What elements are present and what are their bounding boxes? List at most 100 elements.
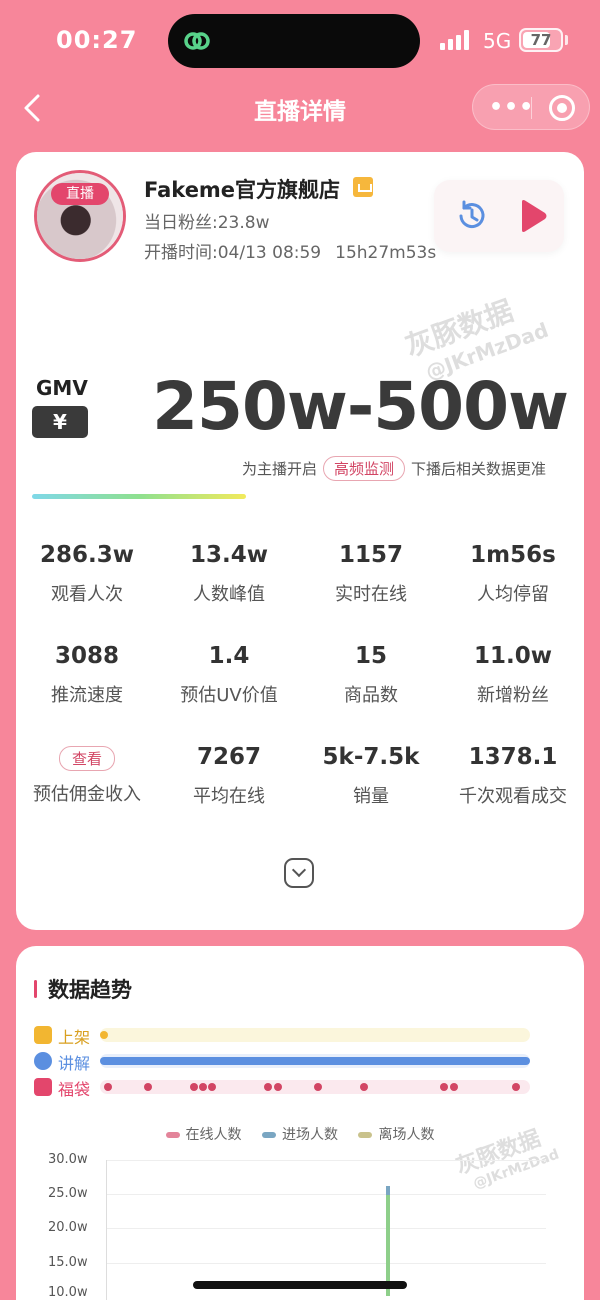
metric-label: 商品数 [344, 685, 398, 706]
section-accent [34, 980, 37, 998]
metric-value: 1.4 [208, 643, 250, 669]
metric-label: 销量 [353, 786, 389, 807]
gmv-note-after: 下播后相关数据更准 [411, 460, 547, 478]
timeline-row-listing: 上架 [34, 1024, 554, 1047]
microphone-icon [34, 1052, 52, 1070]
currency-badge: ¥ [32, 406, 88, 438]
live-duration: 15h27m53s [335, 243, 437, 263]
metric-avg-online: 7267 平均在线 [158, 744, 300, 808]
close-miniprogram-icon[interactable] [549, 95, 575, 121]
metric-stay: 1m56s 人均停留 [442, 542, 584, 606]
metric-label: 预估UV价值 [180, 685, 278, 706]
row-label: 讲解 [58, 1054, 91, 1073]
legend-label: 离场人数 [378, 1127, 435, 1143]
listing-marker [100, 1031, 108, 1039]
home-indicator[interactable] [193, 1281, 407, 1289]
legend-swatch [165, 1132, 180, 1138]
play-icon[interactable] [518, 198, 548, 234]
history-icon[interactable] [454, 198, 490, 234]
dynamic-island [168, 14, 420, 68]
gmv-label: GMV [36, 376, 88, 400]
timeline-row-explain: 讲解 [34, 1050, 554, 1073]
battery-cap [565, 35, 568, 45]
luckybag-marker [450, 1083, 458, 1091]
trend-title: 数据趋势 [48, 978, 132, 1002]
metric-stream-speed: 3088 推流速度 [16, 643, 158, 707]
live-detail-card: 直播 Fakeme官方旗舰店 当日粉丝:23.8w 开播时间:04/13 08:… [16, 152, 584, 930]
y-tick-label: 30.0w [48, 1152, 88, 1167]
legend-swatch [262, 1132, 276, 1138]
metric-value: 3088 [54, 643, 119, 669]
y-tick-label: 20.0w [48, 1220, 88, 1235]
gridline [106, 1160, 546, 1161]
legend-online[interactable]: 在线人数 [165, 1127, 242, 1143]
legend-leave[interactable]: 离场人数 [358, 1127, 434, 1143]
metric-new-fans: 11.0w 新增粉丝 [442, 643, 584, 707]
high-frequency-monitor-button[interactable]: 高频监测 [323, 456, 406, 481]
metric-value: 1378.1 [468, 744, 558, 770]
metric-commission: 查看 预估佣金收入 [16, 742, 158, 806]
action-box [434, 180, 564, 252]
gmv-note-before: 为主播开启 [242, 460, 318, 478]
metric-value: 5k-7.5k [322, 744, 420, 770]
metric-online: 1157 实时在线 [300, 542, 442, 606]
metric-value: 11.0w [474, 643, 552, 669]
status-bar: 00:27 5G 77 [0, 0, 600, 80]
luckybag-marker [199, 1083, 207, 1091]
trend-card: 数据趋势 上架 讲解 福袋 在线人数 进场人数 离场人数 灰豚数据 @JKrMz… [16, 946, 584, 1300]
capsule-divider [531, 97, 532, 119]
legend-swatch [358, 1132, 373, 1138]
mini-program-capsule: ••• [472, 84, 590, 130]
more-icon[interactable]: ••• [489, 95, 534, 120]
expand-chevron-icon[interactable] [284, 858, 314, 888]
gridline [106, 1228, 546, 1229]
legend-label: 在线人数 [185, 1127, 242, 1143]
luckybag-marker [190, 1083, 198, 1091]
metric-peak: 13.4w 人数峰值 [158, 542, 300, 606]
avatar[interactable]: 直播 [34, 170, 126, 262]
metric-value: 7267 [196, 744, 261, 770]
explain-bar [100, 1057, 530, 1065]
listing-track [100, 1028, 530, 1042]
y-axis [106, 1160, 107, 1300]
luckybag-track [100, 1080, 530, 1094]
y-tick-label: 10.0w [48, 1285, 88, 1300]
gmv-note: 为主播开启 高频监测 下播后相关数据更准 [242, 456, 546, 481]
legend-enter[interactable]: 进场人数 [262, 1127, 338, 1143]
view-commission-button[interactable]: 查看 [58, 746, 115, 771]
metric-label: 预估佣金收入 [33, 784, 141, 805]
nav-bar: 直播详情 ••• [0, 80, 600, 136]
lucky-bag-icon [34, 1078, 52, 1096]
luckybag-marker [314, 1083, 322, 1091]
gridline [106, 1194, 546, 1195]
cart-icon [34, 1026, 52, 1044]
status-time: 00:27 [56, 26, 138, 54]
y-tick-label: 25.0w [48, 1186, 88, 1201]
row-label: 福袋 [58, 1080, 91, 1099]
start-info: 开播时间:04/13 08:59 15h27m53s [144, 238, 450, 263]
metric-label: 千次观看成交 [459, 786, 567, 807]
y-tick-label: 15.0w [48, 1255, 88, 1270]
gmv-value: 250w-500w [152, 368, 569, 445]
signal-icon [440, 30, 469, 50]
metric-label: 观看人次 [51, 584, 123, 605]
link-icon [184, 32, 210, 50]
metric-value: 1m56s [470, 542, 556, 568]
metric-views: 286.3w 观看人次 [16, 542, 158, 606]
gmv-progress-bar [32, 494, 246, 499]
metric-label: 人均停留 [477, 584, 549, 605]
metric-value: 13.4w [190, 542, 268, 568]
chart-spike [386, 1186, 390, 1296]
metric-value: 15 [354, 643, 387, 669]
luckybag-marker [274, 1083, 282, 1091]
metric-sales: 5k-7.5k 销量 [300, 744, 442, 808]
shop-cart-icon [353, 177, 373, 197]
metric-label: 实时在线 [335, 584, 407, 605]
row-label: 上架 [58, 1028, 91, 1047]
luckybag-marker [512, 1083, 520, 1091]
explain-track [100, 1054, 530, 1068]
daily-fans: 当日粉丝:23.8w [144, 213, 270, 233]
metric-products: 15 商品数 [300, 643, 442, 707]
gridline [106, 1263, 546, 1264]
metric-label: 人数峰值 [193, 584, 265, 605]
